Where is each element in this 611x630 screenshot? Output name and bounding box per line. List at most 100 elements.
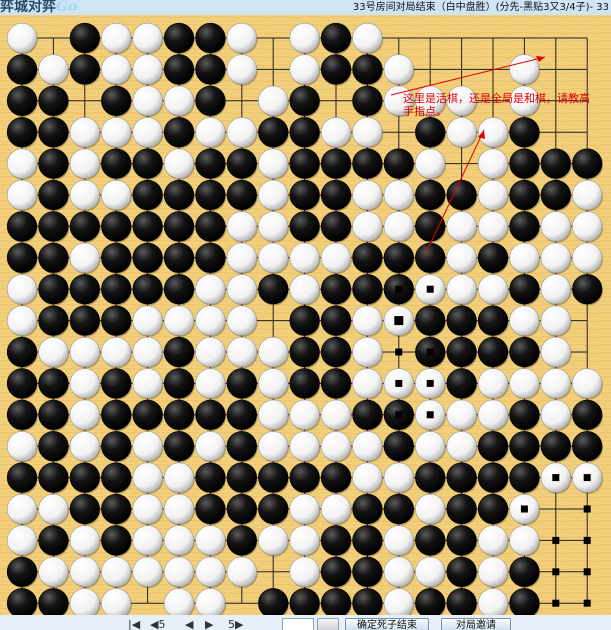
first-move-button[interactable]: |◀ <box>128 618 140 630</box>
black-stone[interactable] <box>415 179 446 211</box>
black-stone[interactable] <box>509 148 540 179</box>
white-stone[interactable] <box>132 22 163 54</box>
black-stone[interactable] <box>69 493 100 525</box>
white-stone[interactable] <box>195 117 226 148</box>
black-stone[interactable] <box>477 493 509 525</box>
black-stone[interactable] <box>289 85 320 116</box>
white-stone[interactable] <box>289 399 320 430</box>
black-stone[interactable] <box>415 242 446 273</box>
white-stone[interactable] <box>69 399 100 430</box>
white-stone[interactable] <box>446 242 477 273</box>
black-stone[interactable] <box>383 493 414 525</box>
black-stone[interactable] <box>289 336 320 368</box>
black-stone[interactable] <box>258 117 289 148</box>
black-stone[interactable] <box>320 54 352 85</box>
black-stone[interactable] <box>69 305 100 336</box>
black-stone[interactable] <box>446 305 477 336</box>
black-stone[interactable] <box>38 305 69 336</box>
white-stone[interactable] <box>38 336 69 368</box>
black-stone[interactable] <box>477 462 509 493</box>
black-stone[interactable] <box>352 274 383 305</box>
black-stone[interactable] <box>195 148 226 179</box>
white-stone[interactable] <box>163 85 195 116</box>
black-stone[interactable] <box>132 148 163 179</box>
black-stone[interactable] <box>446 462 477 493</box>
black-stone[interactable] <box>446 336 477 368</box>
black-stone[interactable] <box>101 148 132 179</box>
white-stone[interactable] <box>383 462 414 493</box>
white-stone[interactable] <box>540 368 571 399</box>
black-stone[interactable] <box>509 462 540 493</box>
black-stone[interactable] <box>101 525 132 556</box>
black-stone[interactable] <box>509 211 540 242</box>
black-stone[interactable] <box>101 493 132 525</box>
black-stone[interactable] <box>101 368 132 399</box>
black-stone[interactable] <box>509 274 540 305</box>
white-stone[interactable] <box>352 368 383 399</box>
white-stone[interactable] <box>289 431 320 462</box>
white-stone[interactable] <box>132 368 163 399</box>
black-stone[interactable] <box>6 556 38 587</box>
white-stone[interactable] <box>226 305 257 336</box>
black-stone[interactable] <box>415 305 446 336</box>
white-stone[interactable] <box>258 179 289 211</box>
move-number-input[interactable] <box>282 618 314 630</box>
black-stone[interactable] <box>38 588 69 615</box>
black-stone[interactable] <box>69 274 100 305</box>
black-stone[interactable] <box>289 117 320 148</box>
black-stone[interactable] <box>415 462 446 493</box>
black-stone[interactable] <box>38 242 69 273</box>
black-stone[interactable] <box>69 22 100 54</box>
white-stone[interactable] <box>258 399 289 430</box>
white-stone[interactable] <box>289 54 320 85</box>
white-stone[interactable] <box>477 274 509 305</box>
white-stone[interactable] <box>289 556 320 587</box>
black-stone[interactable] <box>352 148 383 179</box>
black-stone[interactable] <box>226 399 257 430</box>
white-stone[interactable] <box>383 525 414 556</box>
black-stone[interactable] <box>226 148 257 179</box>
black-stone[interactable] <box>509 336 540 368</box>
black-stone[interactable] <box>352 242 383 273</box>
white-stone[interactable] <box>320 399 352 430</box>
white-stone[interactable] <box>320 431 352 462</box>
black-stone[interactable] <box>38 117 69 148</box>
white-stone[interactable] <box>289 242 320 273</box>
white-stone[interactable] <box>195 525 226 556</box>
black-stone[interactable] <box>163 117 195 148</box>
black-stone[interactable] <box>320 274 352 305</box>
black-stone[interactable] <box>6 85 38 116</box>
white-stone[interactable] <box>69 336 100 368</box>
white-stone[interactable] <box>163 525 195 556</box>
black-stone[interactable] <box>509 588 540 615</box>
white-stone[interactable] <box>38 556 69 587</box>
black-stone[interactable] <box>289 368 320 399</box>
black-stone[interactable] <box>540 148 571 179</box>
black-stone[interactable] <box>352 54 383 85</box>
black-stone[interactable] <box>195 399 226 430</box>
go-board[interactable]: 这里是活棋，还是全局是和棋，请教高 手指点。 <box>0 15 611 615</box>
white-stone[interactable] <box>163 493 195 525</box>
black-stone[interactable] <box>320 462 352 493</box>
white-stone[interactable] <box>101 22 132 54</box>
black-stone[interactable] <box>195 179 226 211</box>
white-stone[interactable] <box>226 22 257 54</box>
white-stone[interactable] <box>352 179 383 211</box>
white-stone[interactable] <box>258 336 289 368</box>
black-stone[interactable] <box>509 399 540 430</box>
white-stone[interactable] <box>6 179 38 211</box>
black-stone[interactable] <box>226 179 257 211</box>
black-stone[interactable] <box>163 242 195 273</box>
white-stone[interactable] <box>195 588 226 615</box>
white-stone[interactable] <box>132 431 163 462</box>
black-stone[interactable] <box>195 54 226 85</box>
black-stone[interactable] <box>477 242 509 273</box>
black-stone[interactable] <box>226 493 257 525</box>
black-stone[interactable] <box>320 525 352 556</box>
black-stone[interactable] <box>6 242 38 273</box>
black-stone[interactable] <box>163 54 195 85</box>
go-to-move-button[interactable] <box>317 618 339 630</box>
white-stone[interactable] <box>258 148 289 179</box>
white-stone[interactable] <box>446 211 477 242</box>
black-stone[interactable] <box>132 179 163 211</box>
